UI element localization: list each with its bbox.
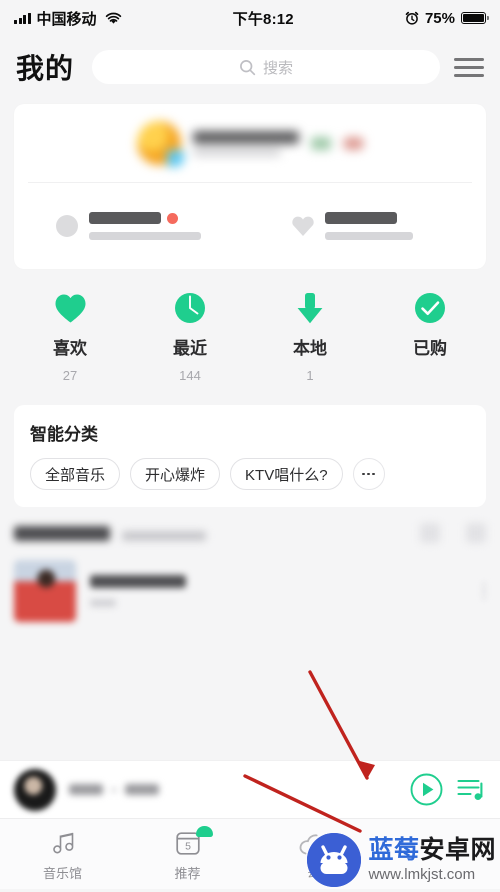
list-item-text-redacted xyxy=(90,575,468,607)
playlist-queue-icon[interactable] xyxy=(456,775,486,805)
profile-info-text-redacted-2 xyxy=(325,212,413,240)
more-vertical-icon[interactable] xyxy=(482,582,486,600)
tab-recommend[interactable]: 5 推荐 xyxy=(125,819,250,889)
carrier-label: 中国移动 xyxy=(36,10,97,28)
watermark-brand-dark: 安卓网 xyxy=(419,836,496,864)
profile-info-row xyxy=(14,183,486,269)
watermark-brand-blue: 蓝莓 xyxy=(368,836,420,864)
playlist-section-title-redacted xyxy=(14,525,420,541)
page-header: 我的 搜索 xyxy=(0,36,500,98)
chip-all-music[interactable]: 全部音乐 xyxy=(30,458,121,490)
quick-action-label: 喜欢 xyxy=(53,339,87,358)
profile-info-item-2[interactable] xyxy=(250,183,486,269)
heart-icon xyxy=(53,291,87,325)
quick-action-favorites[interactable]: 喜欢 27 xyxy=(10,291,130,383)
smart-category-card: 智能分类 全部音乐 开心爆炸 KTV唱什么? xyxy=(14,405,486,507)
tab-label: 推荐 xyxy=(174,866,201,881)
quick-action-count: 144 xyxy=(179,368,201,383)
status-bar-left: 中国移动 xyxy=(14,8,122,29)
grid-view-icon[interactable] xyxy=(420,523,440,543)
status-bar-time: 下午8:12 xyxy=(232,10,294,28)
now-playing-text-redacted xyxy=(69,784,396,795)
site-watermark: 蓝莓安卓网 www.lmkjst.com xyxy=(307,833,496,887)
svg-text:5: 5 xyxy=(185,840,191,852)
profile-info-item-1[interactable] xyxy=(14,183,250,269)
quick-action-count: 1 xyxy=(306,368,314,383)
smart-category-title: 智能分类 xyxy=(30,425,98,444)
status-bar-right: 75% xyxy=(405,9,489,27)
music-note-icon xyxy=(50,830,76,856)
info-icon xyxy=(56,215,78,237)
android-head-icon xyxy=(307,833,362,887)
alarm-clock-icon xyxy=(405,11,419,25)
quick-action-recent[interactable]: 最近 144 xyxy=(130,291,250,383)
quick-action-label: 本地 xyxy=(293,339,327,358)
heart-icon xyxy=(292,216,314,236)
clock-icon xyxy=(173,291,207,325)
playlist-cover xyxy=(14,560,76,622)
playlist-section-header xyxy=(0,507,500,549)
album-art[interactable] xyxy=(14,768,56,811)
profile-identity-redacted xyxy=(136,121,364,167)
quick-action-label: 最近 xyxy=(173,339,207,358)
profile-card[interactable] xyxy=(14,104,486,269)
quick-action-label: 已购 xyxy=(413,339,447,358)
status-bar: 中国移动 下午8:12 75% xyxy=(0,0,500,36)
quick-action-local[interactable]: 本地 1 xyxy=(250,291,370,383)
profile-row[interactable] xyxy=(14,104,486,182)
signal-bars-icon xyxy=(14,12,31,24)
watermark-url: www.lmkjst.com xyxy=(368,866,476,883)
ellipsis-icon[interactable] xyxy=(352,458,385,490)
profile-info-text-redacted xyxy=(89,212,201,240)
quick-actions: 喜欢 27 最近 144 本地 1 已购 xyxy=(0,269,500,395)
tab-music-hall[interactable]: 音乐馆 xyxy=(0,819,125,889)
tab-label: 音乐馆 xyxy=(42,866,82,881)
check-circle-icon xyxy=(413,291,447,325)
play-circle-icon[interactable] xyxy=(409,773,443,807)
chip-ktv[interactable]: KTV唱什么? xyxy=(230,458,343,490)
chip-happy-explosion[interactable]: 开心爆炸 xyxy=(130,458,221,490)
sort-icon[interactable] xyxy=(466,523,486,543)
watermark-green-accent xyxy=(196,826,213,837)
quick-action-purchased[interactable]: 已购 xyxy=(370,291,490,383)
smart-category-chips: 全部音乐 开心爆炸 KTV唱什么? xyxy=(30,458,470,490)
status-badge xyxy=(167,212,178,224)
search-icon xyxy=(239,59,256,76)
list-item[interactable] xyxy=(0,549,500,633)
page-title: 我的 xyxy=(16,53,75,84)
search-placeholder: 搜索 xyxy=(263,59,294,77)
quick-action-count: 27 xyxy=(62,368,78,383)
avatar[interactable] xyxy=(136,121,184,167)
watermark-text: 蓝莓安卓网 www.lmkjst.com xyxy=(368,836,496,883)
vip-badge xyxy=(342,136,364,150)
playlist-section-actions[interactable] xyxy=(420,523,486,543)
profile-name-redacted xyxy=(192,130,299,156)
battery-percent-label: 75% xyxy=(424,9,455,27)
level-badge xyxy=(310,136,331,150)
search-input[interactable]: 搜索 xyxy=(92,50,440,84)
now-playing-bar[interactable] xyxy=(0,760,500,818)
battery-icon xyxy=(461,12,489,24)
download-icon xyxy=(293,291,327,325)
wifi-icon xyxy=(105,12,122,25)
hamburger-menu-icon[interactable] xyxy=(454,52,484,82)
